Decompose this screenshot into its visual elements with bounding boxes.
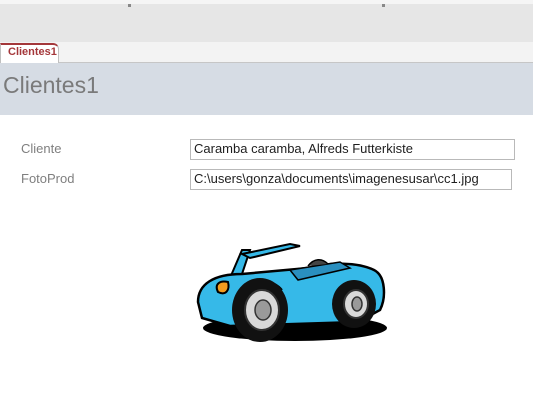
form-title: Clientes1 bbox=[3, 72, 99, 98]
tab-label: Clientes1 bbox=[8, 46, 57, 58]
form-header: Clientes1 bbox=[0, 63, 533, 115]
cliente-label: Cliente bbox=[21, 141, 62, 156]
tab-clientes1[interactable]: Clientes1 bbox=[0, 43, 59, 63]
fotoprod-label: FotoProd bbox=[21, 171, 75, 186]
ribbon-area bbox=[0, 0, 533, 42]
ribbon-fragment bbox=[382, 4, 385, 7]
cliente-field[interactable]: Caramba caramba, Alfreds Futterkiste bbox=[190, 139, 515, 160]
ribbon-fragment bbox=[128, 4, 131, 7]
document-tab-strip: Clientes1 bbox=[0, 42, 533, 63]
car-image bbox=[196, 242, 387, 342]
fotoprod-field[interactable]: C:\users\gonza\documents\imagenesusar\cc… bbox=[190, 169, 512, 190]
